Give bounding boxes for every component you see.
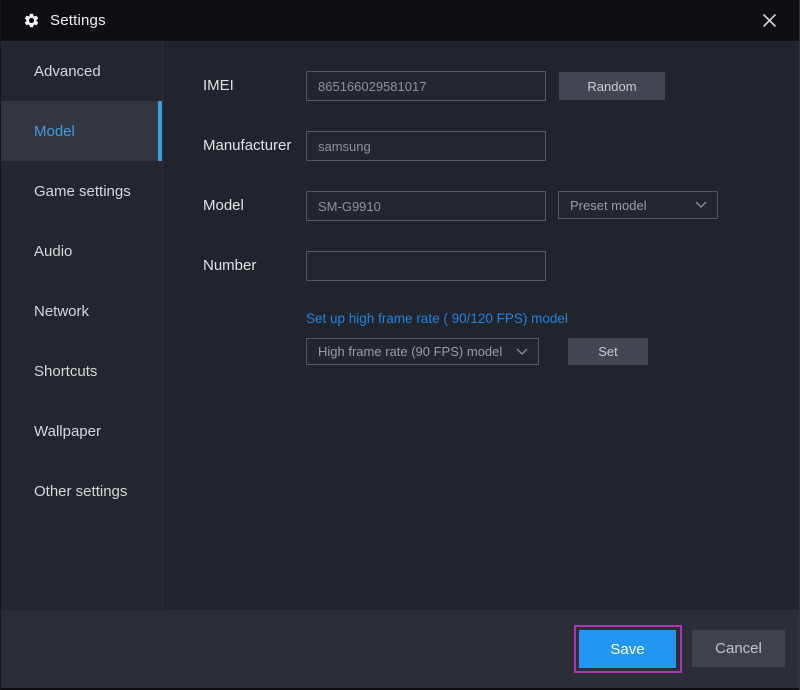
sidebar-item-label: Audio — [34, 242, 73, 260]
sidebar-item-label: Wallpaper — [34, 422, 101, 440]
random-button[interactable]: Random — [559, 72, 665, 100]
close-icon — [762, 13, 776, 28]
model-input[interactable] — [306, 191, 546, 221]
sidebar-item-label: Network — [34, 302, 90, 320]
sidebar-item-model[interactable]: Model — [1, 101, 162, 161]
footer-bar: Save Cancel — [1, 610, 799, 690]
settings-window: Settings Advanced Model Game settings Au… — [0, 0, 800, 690]
sidebar-item-shortcuts[interactable]: Shortcuts — [1, 341, 162, 401]
sidebar-item-network[interactable]: Network — [1, 281, 162, 341]
preset-model-value: Preset model — [570, 197, 647, 213]
selected-indicator — [158, 101, 162, 161]
high-frame-rate-value: High frame rate (90 FPS) model — [318, 344, 503, 359]
model-label: Model — [203, 197, 244, 214]
sidebar-item-game-settings[interactable]: Game settings — [1, 161, 162, 221]
sidebar-item-label: Other settings — [34, 482, 128, 500]
number-input[interactable] — [306, 251, 546, 281]
save-button[interactable]: Save — [579, 630, 676, 668]
sidebar-item-label: Game settings — [34, 182, 131, 200]
sidebar-item-other-settings[interactable]: Other settings — [1, 461, 162, 521]
sidebar-item-advanced[interactable]: Advanced — [1, 41, 162, 101]
number-label: Number — [203, 257, 257, 274]
sidebar-item-label: Model — [34, 122, 75, 140]
sidebar-item-label: Advanced — [34, 62, 101, 80]
sidebar-item-label: Shortcuts — [34, 362, 98, 380]
close-button[interactable] — [747, 0, 791, 41]
manufacturer-label: Manufacturer — [203, 137, 292, 154]
imei-input[interactable] — [306, 71, 546, 101]
high-frame-rate-select[interactable]: High frame rate (90 FPS) model — [306, 338, 539, 365]
gear-icon — [24, 13, 39, 28]
preset-model-select[interactable]: Preset model — [558, 191, 718, 219]
chevron-down-icon — [695, 201, 707, 209]
set-button[interactable]: Set — [568, 338, 648, 365]
imei-label: IMEI — [203, 77, 234, 94]
high-frame-rate-link[interactable]: Set up high frame rate ( 90/120 FPS) mod… — [306, 311, 568, 326]
title-bar: Settings — [1, 0, 799, 41]
chevron-down-icon — [516, 347, 528, 355]
manufacturer-input[interactable] — [306, 131, 546, 161]
settings-sidebar: Advanced Model Game settings Audio Netwo… — [1, 41, 163, 610]
window-title: Settings — [50, 12, 106, 29]
sidebar-item-audio[interactable]: Audio — [1, 221, 162, 281]
cancel-button[interactable]: Cancel — [692, 630, 785, 667]
model-settings-panel: IMEI Random Manufacturer Model Preset mo… — [163, 41, 799, 610]
sidebar-item-wallpaper[interactable]: Wallpaper — [1, 401, 162, 461]
